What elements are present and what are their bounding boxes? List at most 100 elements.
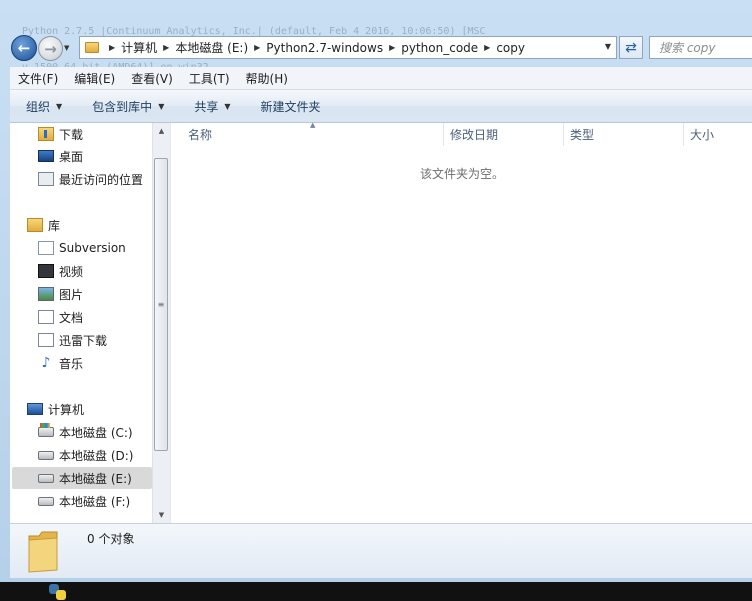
breadcrumb-python-code[interactable]: python_code <box>401 41 478 55</box>
refresh-button[interactable]: ⇄ <box>619 36 643 59</box>
column-header-modified[interactable]: 修改日期 <box>443 123 563 146</box>
tree-item-label: 本地磁盘 (E:) <box>59 471 132 486</box>
tree-item-label: 本地磁盘 (D:) <box>59 448 134 463</box>
drive-icon <box>38 496 54 506</box>
scrollbar-thumb[interactable]: ≡ <box>154 158 168 451</box>
tree-item-label: 桌面 <box>59 149 84 164</box>
tree-item-drive-e[interactable]: 本地磁盘 (E:) <box>12 467 152 489</box>
tree-item-drive-d[interactable]: 本地磁盘 (D:) <box>38 444 133 466</box>
scroll-down-icon[interactable]: ▼ <box>153 507 170 523</box>
include-in-library-label: 包含到库中 <box>92 99 153 114</box>
tree-item-label: 视频 <box>59 264 84 279</box>
folder-icon <box>85 42 99 53</box>
menu-view[interactable]: 查看(V) <box>123 70 181 87</box>
include-in-library-button[interactable]: 包含到库中 ▼ <box>92 98 164 115</box>
tree-item-label: 库 <box>48 218 61 233</box>
breadcrumb-copy[interactable]: copy <box>496 41 525 55</box>
search-input[interactable]: 搜索 copy <box>649 36 752 59</box>
tree-item-downloads[interactable]: 下载 <box>38 123 83 145</box>
arrow-right-icon: → <box>44 39 57 58</box>
tree-item-pictures[interactable]: 图片 <box>38 283 83 305</box>
item-count: 0 个对象 <box>87 532 135 546</box>
chevron-down-icon: ▼ <box>56 101 63 111</box>
drive-icon <box>38 473 54 483</box>
pictures-icon <box>38 287 54 301</box>
subversion-icon <box>38 241 54 255</box>
details-pane: 0 个对象 <box>10 523 752 578</box>
tree-item-label: 迅雷下载 <box>59 333 108 348</box>
download-folder-icon <box>38 127 54 141</box>
breadcrumb-python[interactable]: Python2.7-windows <box>266 41 383 55</box>
arrow-left-icon: ← <box>17 39 31 57</box>
tree-item-label: 本地磁盘 (F:) <box>59 494 131 509</box>
tree-item-label: 音乐 <box>59 356 84 371</box>
address-history-dropdown[interactable]: ▼ <box>605 42 611 51</box>
chevron-right-icon[interactable]: ▶ <box>163 43 169 52</box>
tree-item-label: 本地磁盘 (C:) <box>59 425 133 440</box>
tree-item-desktop[interactable]: 桌面 <box>38 145 83 167</box>
command-bar: 组织 ▼ 包含到库中 ▼ 共享 ▼ 新建文件夹 <box>10 90 752 123</box>
tree-item-label: 下载 <box>59 127 84 142</box>
breadcrumb-computer[interactable]: 计算机 <box>121 39 157 56</box>
menu-bar: 文件(F) 编辑(E) 查看(V) 工具(T) 帮助(H) <box>10 67 752 90</box>
navigation-scrollbar[interactable]: ▲ ≡ ▼ <box>152 123 170 523</box>
tree-item-label: 计算机 <box>48 402 85 417</box>
music-icon: ♪ <box>41 355 51 371</box>
chevron-right-icon[interactable]: ▶ <box>109 43 115 52</box>
address-bar[interactable]: ▶ 计算机 ▶ 本地磁盘 (E:) ▶ Python2.7-windows ▶ … <box>79 36 617 59</box>
folder-icon <box>28 531 58 573</box>
menu-file[interactable]: 文件(F) <box>10 70 66 87</box>
chevron-right-icon[interactable]: ▶ <box>389 43 395 52</box>
chevron-right-icon[interactable]: ▶ <box>484 43 490 52</box>
navigation-bar: ← → ▼ ▶ 计算机 ▶ 本地磁盘 (E:) ▶ Python2.7-wind… <box>0 34 752 62</box>
tree-item-computer[interactable]: 计算机 <box>27 398 84 420</box>
file-list[interactable]: ▲ 名称 修改日期 类型 大小 该文件夹为空。 <box>170 121 752 523</box>
forward-button[interactable]: → <box>38 36 63 61</box>
tree-item-label: 最近访问的位置 <box>59 172 144 187</box>
menu-tools[interactable]: 工具(T) <box>181 70 238 87</box>
column-header-name[interactable]: 名称 <box>181 123 443 146</box>
tree-item-drive-c[interactable]: 本地磁盘 (C:) <box>38 421 133 443</box>
scroll-up-icon[interactable]: ▲ <box>153 123 170 139</box>
tree-item-videos[interactable]: 视频 <box>38 260 83 282</box>
video-icon <box>38 264 54 278</box>
search-placeholder: 搜索 copy <box>659 41 716 55</box>
explorer-window: Python 2.7.5 |Continuum Analytics, Inc.|… <box>0 0 752 582</box>
share-button[interactable]: 共享 ▼ <box>194 98 230 115</box>
chevron-down-icon: ▼ <box>158 101 165 111</box>
chevron-down-icon: ▼ <box>224 101 231 111</box>
organize-button[interactable]: 组织 ▼ <box>26 98 62 115</box>
tree-item-music[interactable]: ♪ 音乐 <box>38 352 83 374</box>
organize-label: 组织 <box>26 99 51 114</box>
tree-item-label: 文档 <box>59 310 84 325</box>
tree-item-drive-f[interactable]: 本地磁盘 (F:) <box>38 490 130 512</box>
refresh-icon: ⇄ <box>625 39 637 56</box>
tree-item-label: Subversion <box>59 241 126 255</box>
share-label: 共享 <box>194 99 219 114</box>
tree-item-documents[interactable]: 文档 <box>38 306 83 328</box>
taskbar-strip <box>0 582 752 601</box>
empty-folder-message: 该文件夹为空。 <box>419 167 504 181</box>
menu-edit[interactable]: 编辑(E) <box>66 70 123 87</box>
tree-item-xunlei[interactable]: 迅雷下载 <box>38 329 107 351</box>
desktop-icon <box>38 150 54 162</box>
column-header-size[interactable]: 大小 <box>683 123 752 146</box>
tree-item-recent-places[interactable]: 最近访问的位置 <box>38 168 143 190</box>
library-icon <box>27 218 43 232</box>
python-logo-icon[interactable] <box>47 583 69 601</box>
menu-help[interactable]: 帮助(H) <box>238 70 296 87</box>
documents-icon <box>38 310 54 324</box>
xunlei-download-icon <box>38 333 54 347</box>
tree-item-subversion[interactable]: Subversion <box>38 237 126 259</box>
column-header-type[interactable]: 类型 <box>563 123 683 146</box>
tree-item-libraries[interactable]: 库 <box>27 214 60 236</box>
recent-pages-dropdown[interactable]: ▼ <box>64 44 69 52</box>
computer-icon <box>27 403 43 415</box>
chevron-right-icon[interactable]: ▶ <box>254 43 260 52</box>
system-drive-icon <box>38 423 54 437</box>
new-folder-button[interactable]: 新建文件夹 <box>261 98 321 115</box>
tree-item-label: 图片 <box>59 287 84 302</box>
breadcrumb-drive-e[interactable]: 本地磁盘 (E:) <box>175 39 248 56</box>
drive-icon <box>38 450 54 460</box>
back-button[interactable]: ← <box>11 35 37 61</box>
